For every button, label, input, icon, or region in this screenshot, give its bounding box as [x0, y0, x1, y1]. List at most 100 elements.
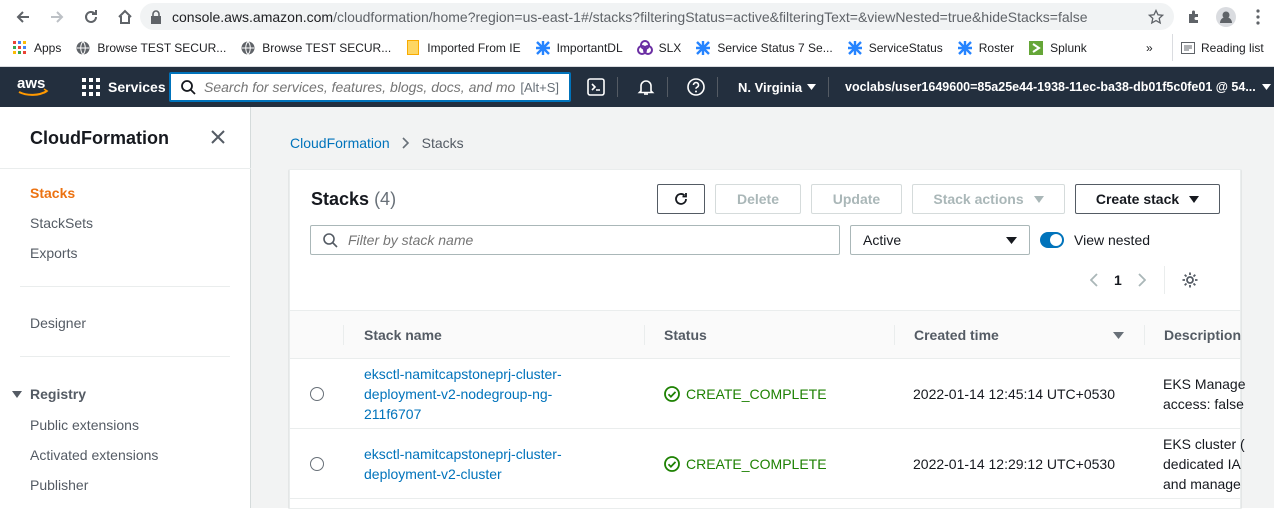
- address-bar[interactable]: console.aws.amazon.com/cloudformation/ho…: [140, 3, 1174, 30]
- sidebar-title: CloudFormation: [30, 128, 169, 148]
- refresh-button[interactable]: [657, 184, 705, 214]
- bookmark-importantdl[interactable]: ImportantDL: [528, 35, 630, 60]
- account-menu[interactable]: voclabs/user1649600=85a25e44-1938-11ec-b…: [845, 67, 1271, 107]
- region-selector[interactable]: N. Virginia: [738, 67, 817, 107]
- settings-gear-icon[interactable]: [1181, 271, 1199, 289]
- extensions-icon[interactable]: [1180, 3, 1208, 30]
- chevron-left-icon[interactable]: [1090, 273, 1098, 287]
- folder-icon: [405, 40, 421, 56]
- help-icon[interactable]: [681, 67, 711, 107]
- chevron-right-icon[interactable]: [1138, 273, 1146, 287]
- bookmark-star-icon[interactable]: [1148, 8, 1164, 25]
- create-stack-button[interactable]: Create stack: [1075, 184, 1220, 214]
- caret-down-icon: [1189, 195, 1200, 203]
- bookmark-browse-test-1[interactable]: Browse TEST SECUR...: [68, 35, 233, 60]
- status-cell: CREATE_COMPLETE: [664, 429, 827, 499]
- update-button[interactable]: Update: [811, 184, 902, 214]
- row-radio[interactable]: [310, 387, 324, 401]
- search-icon: [181, 79, 196, 95]
- caret-down-icon: [1006, 236, 1017, 244]
- description-text: EKS cluster ( dedicated IA and manage: [1163, 436, 1245, 492]
- sidebar-item-activated-extensions[interactable]: Activated extensions: [30, 447, 158, 463]
- sidebar-item-public-extensions[interactable]: Public extensions: [30, 417, 139, 433]
- delete-button[interactable]: Delete: [715, 184, 801, 214]
- bookmark-imported-from-ie[interactable]: Imported From IE: [398, 35, 527, 60]
- column-header-status[interactable]: Status: [644, 311, 707, 359]
- row-radio[interactable]: [310, 457, 324, 471]
- stack-actions-button[interactable]: Stack actions: [912, 184, 1065, 214]
- aws-logo[interactable]: aws: [16, 74, 50, 98]
- success-check-icon: [664, 456, 680, 472]
- stack-count: (4): [374, 189, 397, 209]
- jira-icon: [695, 40, 711, 56]
- aws-search-box[interactable]: [Alt+S]: [169, 72, 571, 102]
- bookmark-label: Imported From IE: [427, 40, 521, 55]
- bookmarks-overflow-button[interactable]: »: [1146, 34, 1153, 61]
- bookmark-roster[interactable]: Roster: [950, 35, 1021, 60]
- bookmark-browse-test-2[interactable]: Browse TEST SECUR...: [233, 35, 398, 60]
- toggle-switch[interactable]: [1040, 232, 1064, 248]
- table-row[interactable]: eksctl-namitcapstoneprj-cluster-deployme…: [290, 359, 1246, 429]
- sidebar-item-designer[interactable]: Designer: [30, 315, 86, 331]
- jira-icon: [957, 40, 973, 56]
- globe-icon: [240, 40, 256, 56]
- side-navigation: CloudFormation Stacks StackSets Exports …: [0, 107, 251, 508]
- bookmark-label: Browse TEST SECUR...: [262, 40, 392, 55]
- bookmark-splunk[interactable]: Splunk: [1021, 35, 1094, 60]
- notifications-bell-icon[interactable]: [631, 67, 661, 107]
- sidebar-item-exports[interactable]: Exports: [30, 245, 77, 261]
- sidebar-item-stacksets[interactable]: StackSets: [30, 215, 93, 231]
- close-icon[interactable]: [210, 129, 226, 145]
- view-nested-toggle[interactable]: View nested: [1040, 225, 1150, 255]
- table-row[interactable]: eksctl-namitcapstoneprj-cluster-deployme…: [290, 429, 1245, 499]
- status-text: CREATE_COMPLETE: [686, 386, 827, 402]
- grid-icon: [82, 78, 100, 96]
- aws-search-input[interactable]: [204, 79, 521, 95]
- caret-down-icon: [1261, 84, 1271, 90]
- bookmark-label: Service Status 7 Se...: [717, 40, 833, 55]
- filter-box[interactable]: [310, 225, 840, 255]
- stack-name-filter-input[interactable]: [348, 232, 839, 248]
- status-filter-select[interactable]: Active: [850, 225, 1030, 255]
- bookmark-apps[interactable]: Apps: [0, 35, 68, 60]
- globe-icon: [75, 40, 91, 56]
- reading-list-button[interactable]: Reading list: [1172, 34, 1264, 61]
- browser-menu-icon[interactable]: [1244, 3, 1272, 30]
- column-header-description[interactable]: Description: [1144, 311, 1241, 359]
- jira-icon: [535, 40, 551, 56]
- stack-name-cell: eksctl-namitcapstoneprj-cluster-deployme…: [364, 429, 584, 499]
- forward-icon[interactable]: [40, 2, 74, 32]
- main-content: CloudFormation Stacks Stacks (4) Delete …: [251, 107, 1274, 509]
- home-icon[interactable]: [108, 2, 142, 32]
- sidebar-item-stacks[interactable]: Stacks: [30, 185, 75, 201]
- bookmark-servicestatus[interactable]: ServiceStatus: [840, 35, 950, 60]
- svg-text:aws: aws: [17, 75, 45, 92]
- back-icon[interactable]: [6, 2, 40, 32]
- column-header-stack-name[interactable]: Stack name: [344, 311, 442, 359]
- stacks-panel: Stacks (4) Delete Update Stack actions C…: [289, 169, 1246, 509]
- status-badge: CREATE_COMPLETE: [664, 456, 827, 472]
- reading-list-icon: [1181, 41, 1195, 54]
- sidebar-item-publisher[interactable]: Publisher: [30, 477, 88, 493]
- chevron-right-icon: [402, 137, 410, 149]
- column-header-created-time[interactable]: Created time: [894, 311, 1144, 359]
- breadcrumb-link-cloudformation[interactable]: CloudFormation: [290, 135, 390, 151]
- bookmark-slx[interactable]: SLX: [630, 35, 689, 60]
- region-label: N. Virginia: [738, 79, 803, 95]
- panel-title-text: Stacks: [311, 189, 370, 209]
- sidebar-section-registry[interactable]: Registry: [12, 386, 86, 402]
- bookmark-service-status-7[interactable]: Service Status 7 Se...: [688, 35, 839, 60]
- sort-descending-icon[interactable]: [1113, 331, 1124, 339]
- lock-icon: [150, 9, 162, 24]
- services-menu-button[interactable]: Services: [82, 67, 166, 107]
- jira-icon: [847, 40, 863, 56]
- cloudshell-icon[interactable]: [581, 67, 611, 107]
- stack-name-link[interactable]: eksctl-namitcapstoneprj-cluster-deployme…: [364, 444, 584, 484]
- reload-icon[interactable]: [74, 2, 108, 32]
- page-number[interactable]: 1: [1114, 272, 1122, 288]
- breadcrumb-current: Stacks: [421, 135, 464, 151]
- column-header-label: Created time: [914, 327, 999, 343]
- stack-name-link[interactable]: eksctl-namitcapstoneprj-cluster-deployme…: [364, 364, 584, 424]
- profile-avatar-icon[interactable]: [1212, 3, 1240, 30]
- status-filter-value: Active: [863, 232, 902, 248]
